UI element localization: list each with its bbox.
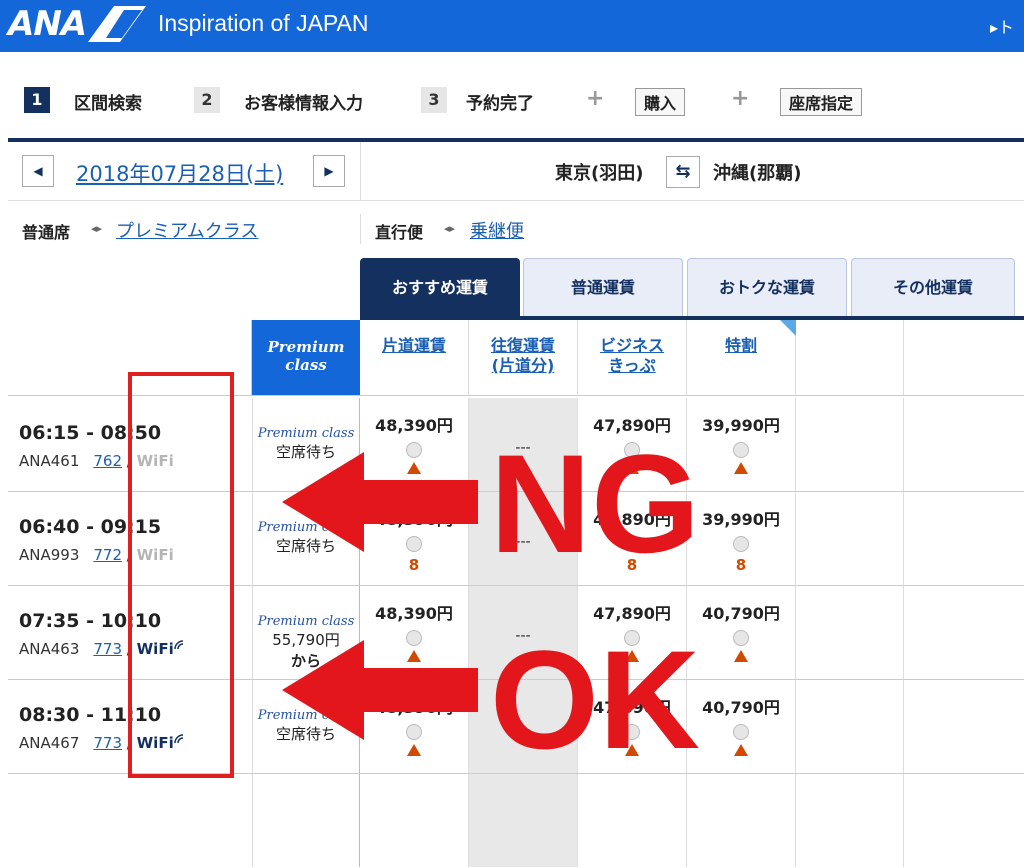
fare-price: 48,390円 <box>375 604 453 623</box>
aircraft-link[interactable]: 772 <box>93 546 122 564</box>
connecting-flight-link[interactable]: 乗継便 <box>470 217 524 243</box>
tab-normal[interactable]: 普通運賃 <box>523 258 683 318</box>
fare-cell[interactable]: 39,990円 <box>687 398 796 491</box>
radio-button[interactable] <box>733 630 749 646</box>
col-header-roundtrip: 往復運賃 (片道分) <box>469 320 578 396</box>
divider <box>360 214 361 244</box>
step-3-number: 3 <box>421 87 447 113</box>
plus-icon: + <box>731 86 750 111</box>
step-3-label: 予約完了 <box>466 94 534 114</box>
fare-cell-empty <box>796 680 904 773</box>
tab-discount[interactable]: おトクな運賃 <box>687 258 847 318</box>
annotation-arrow-ok-icon <box>282 640 478 740</box>
premium-class-logo: Premium class <box>257 426 355 441</box>
tab-recommended[interactable]: おすすめ運賃 <box>360 258 520 318</box>
step-1-number: 1 <box>24 87 50 113</box>
fare-cell-empty <box>796 492 904 585</box>
flight-number: ANA463 <box>19 640 80 658</box>
fare-price: 40,790円 <box>702 698 780 717</box>
col-header-oneway-link[interactable]: 片道運賃 <box>382 336 446 356</box>
flight-number: ANA993 <box>19 546 80 564</box>
site-header <box>0 0 1024 52</box>
fare-cell <box>469 774 578 867</box>
premium-class-link[interactable]: プレミアムクラス <box>116 217 258 243</box>
step-purchase: 購入 <box>635 88 686 116</box>
fare-cell <box>796 774 904 867</box>
route-to: 沖縄(那覇) <box>713 163 802 184</box>
fare-cell[interactable]: 40,790円 <box>687 680 796 773</box>
annotation-ng-text: NG <box>490 425 700 582</box>
col-header-empty <box>904 320 1024 396</box>
radio-button[interactable] <box>733 442 749 458</box>
divider <box>360 142 361 200</box>
chevron-left-icon[interactable]: ◀ <box>22 155 54 187</box>
annotation-red-box <box>128 372 234 778</box>
toggle-arrows-icon: ◂▸ <box>91 222 103 235</box>
fare-price: 39,990円 <box>702 416 780 435</box>
col-header-tokuwari: 特割 <box>687 320 796 396</box>
tagline: Inspiration of JAPAN <box>158 10 369 36</box>
swap-icon[interactable]: ⇆ <box>666 156 700 188</box>
fare-cell <box>578 774 687 867</box>
divider <box>8 200 1024 201</box>
few-seats-icon <box>734 462 748 474</box>
step-seat: 座席指定 <box>780 88 863 116</box>
header-menu-link[interactable]: ▸ト <box>990 14 1014 38</box>
col-header-empty <box>796 320 904 396</box>
radio-button[interactable] <box>733 724 749 740</box>
ana-swoosh-icon <box>88 6 146 42</box>
flight-number: ANA461 <box>19 452 80 470</box>
toggle-arrows-icon: ◂▸ <box>444 222 456 235</box>
corner-marker-icon <box>780 320 796 336</box>
flight-number: ANA467 <box>19 734 80 752</box>
premium-cell <box>252 774 360 867</box>
col-header-business: ビジネス きっぷ <box>578 320 687 396</box>
few-seats-icon <box>734 744 748 756</box>
aircraft-link[interactable]: 773 <box>93 734 122 752</box>
annotation-arrow-ng-icon <box>282 452 478 552</box>
fare-price: 39,990円 <box>702 510 780 529</box>
class-current: 普通席 <box>22 223 71 242</box>
fare-cell[interactable]: 40,790円 <box>687 586 796 679</box>
col-header-business-link[interactable]: ビジネス きっぷ <box>600 336 664 376</box>
plus-icon: + <box>586 86 605 111</box>
fare-cell[interactable]: 39,990円 8 <box>687 492 796 585</box>
premium-class-logo: Premium class <box>257 614 355 629</box>
header-rule <box>8 138 1024 142</box>
tab-other[interactable]: その他運賃 <box>851 258 1015 318</box>
few-seats-icon <box>734 650 748 662</box>
seats-left: 8 <box>408 556 420 574</box>
fare-cell-empty <box>796 586 904 679</box>
few-seats-icon <box>407 744 421 756</box>
premium-class-header: Premium class <box>252 320 360 396</box>
table-row-partial <box>8 774 1024 868</box>
radio-button[interactable] <box>733 536 749 552</box>
flight-current: 直行便 <box>375 223 424 242</box>
aircraft-link[interactable]: 773 <box>93 640 122 658</box>
col-header-oneway: 片道運賃 <box>360 320 469 396</box>
col-header-roundtrip-link[interactable]: 往復運賃 (片道分) <box>491 336 555 376</box>
fare-cell <box>360 774 469 867</box>
step-2-number: 2 <box>194 87 220 113</box>
aircraft-link[interactable]: 762 <box>93 452 122 470</box>
seats-left: 8 <box>735 556 747 574</box>
annotation-ok-text: OK <box>490 621 700 778</box>
fare-price: 40,790円 <box>702 604 780 623</box>
fare-price: 48,390円 <box>375 416 453 435</box>
col-header-tokuwari-link[interactable]: 特割 <box>725 336 757 356</box>
chevron-right-icon[interactable]: ▶ <box>313 155 345 187</box>
step-2-label: お客様情報入力 <box>244 94 363 114</box>
premium-header-line2: class <box>285 356 327 374</box>
fare-cell <box>687 774 796 867</box>
step-1-label: 区間検索 <box>74 94 142 114</box>
premium-header-line1: Premium <box>267 338 345 356</box>
ana-logo[interactable]: ANA <box>8 4 87 44</box>
fare-cell-empty <box>796 398 904 491</box>
date-link[interactable]: 2018年07月28日(土) <box>76 158 283 188</box>
route-from: 東京(羽田) <box>555 163 644 184</box>
